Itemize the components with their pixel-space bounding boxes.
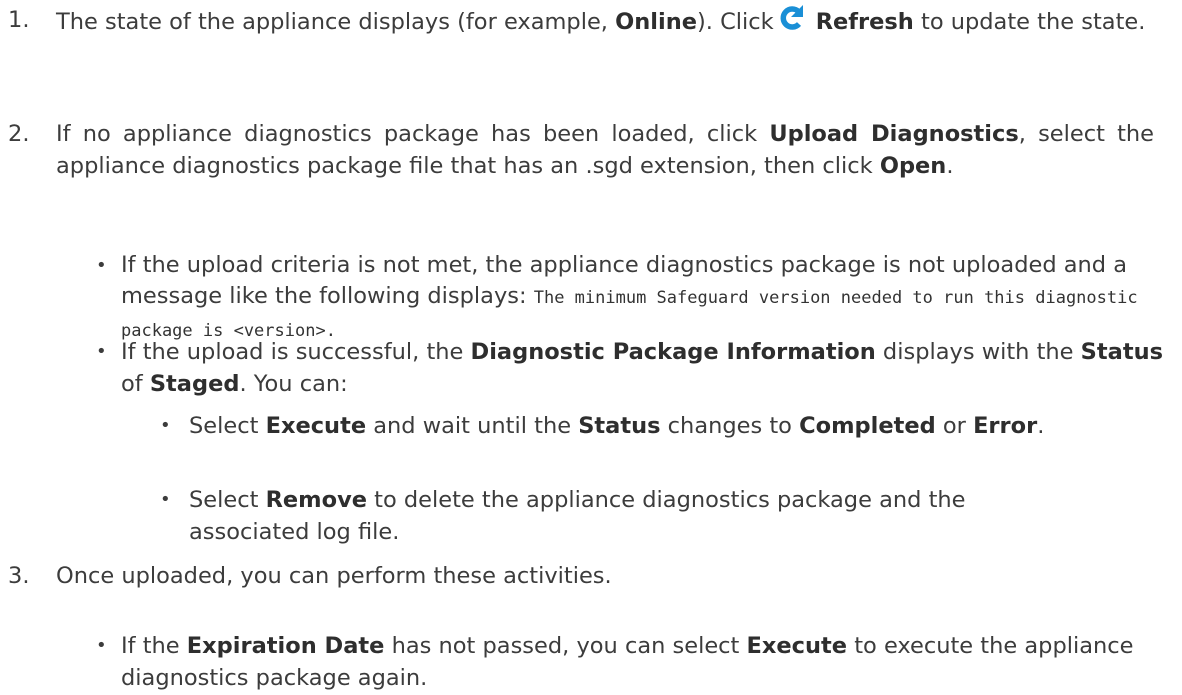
step-2-text-c: . xyxy=(946,153,954,179)
expiration-date-label: Expiration Date xyxy=(186,633,385,659)
step-1-text-b: ). Click xyxy=(696,9,774,35)
remove-label: Remove xyxy=(265,487,367,513)
sub-2-text-a: Select xyxy=(189,487,266,513)
sub-1-text-c: changes to xyxy=(660,413,800,439)
sub-bullet-dot: • xyxy=(160,415,171,436)
step-3-bullet-1-text: If the Expiration Date has not passed, y… xyxy=(121,630,1168,694)
sub-bullet-1-text: Select Execute and wait until the Status… xyxy=(189,410,1152,442)
sub-1-text-b: and wait until the xyxy=(366,413,579,439)
bullet-dot: • xyxy=(96,635,107,656)
step-2-text-a: If no appliance diagnostics package has … xyxy=(56,121,770,147)
online-state-label: Online xyxy=(615,9,697,35)
sub-bullet-dot: • xyxy=(160,489,171,510)
sub-bullet-2-text: Select Remove to delete the appliance di… xyxy=(189,484,1088,548)
open-label: Open xyxy=(879,153,947,179)
step-2-text: If no appliance diagnostics package has … xyxy=(56,118,1154,182)
step-2-bullet-1-text: If the upload criteria is not met, the a… xyxy=(121,250,1168,347)
status-label: Status xyxy=(1080,339,1163,365)
step-3-text-a: Once uploaded, you can perform these act… xyxy=(56,563,612,589)
bullet-dot: • xyxy=(96,255,107,276)
bullet-2-text-b: displays with the xyxy=(875,339,1081,365)
bullet-2-text-a: If the upload is successful, the xyxy=(121,339,471,365)
completed-label: Completed xyxy=(799,413,936,439)
bullet-2-text-c: of xyxy=(121,371,150,397)
step-3-bullet-text-a: If the xyxy=(121,633,187,659)
refresh-icon xyxy=(778,4,806,32)
step-2-number: 2. xyxy=(8,121,30,147)
step-1-number: 1. xyxy=(8,7,30,33)
step-1-text-a: The state of the appliance displays (for… xyxy=(56,9,616,35)
upload-diagnostics-label: Upload Diagnostics xyxy=(769,121,1019,147)
step-1-text: The state of the appliance displays (for… xyxy=(56,4,1168,38)
execute-label: Execute xyxy=(746,633,848,659)
staged-label: Staged xyxy=(149,371,240,397)
step-2-bullet-2-text: If the upload is successful, the Diagnos… xyxy=(121,336,1168,400)
step-3-bullet-text-b: has not passed, you can select xyxy=(384,633,747,659)
step-3-number: 3. xyxy=(8,563,30,589)
sub-1-text-e: . xyxy=(1037,413,1045,439)
error-label: Error xyxy=(973,413,1038,439)
step-3-text: Once uploaded, you can perform these act… xyxy=(56,560,1168,592)
refresh-label: Refresh xyxy=(815,9,914,35)
sub-1-text-a: Select xyxy=(189,413,266,439)
bullet-dot: • xyxy=(96,341,107,362)
sub-1-text-d: or xyxy=(935,413,974,439)
step-1-text-c: to update the state. xyxy=(913,9,1146,35)
diagnostic-package-information-label: Diagnostic Package Information xyxy=(470,339,876,365)
execute-label: Execute xyxy=(265,413,367,439)
bullet-2-text-d: . You can: xyxy=(239,371,348,397)
status-label: Status xyxy=(578,413,661,439)
